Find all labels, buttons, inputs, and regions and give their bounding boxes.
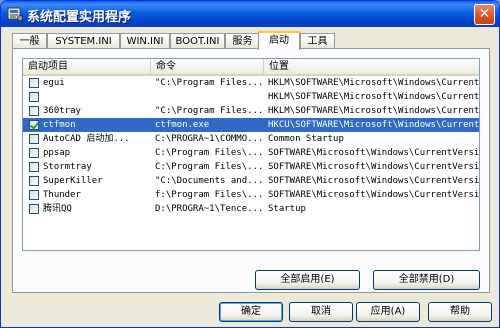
tab-boot-ini[interactable]: BOOT.INI [170,33,225,49]
list-item[interactable]: egui "C:\Program Files... HKLM\SOFTWARE\Mi… [23,76,479,90]
window-title: 系统配置实用程序 [27,10,132,25]
startup-checkbox[interactable] [29,92,39,102]
startup-item-command: C:\PROGRA~1\COMMO... [155,134,264,144]
tab-tools[interactable]: 工具 [300,33,335,49]
list-item[interactable]: 腾讯QQ D:\PROGRA~1\Tence... Startup [23,202,479,216]
startup-item-name: Thunder [43,190,81,200]
startup-item-location: HKLM\SOFTWARE\Microsoft\Windows\Current.… [268,78,479,88]
msconfig-icon [7,7,23,21]
startup-item-command: "C:\Documents and... [155,176,264,186]
tab-services[interactable]: 服务 [225,33,260,49]
startup-item-name: ctfmon [43,120,76,130]
column-header-item[interactable]: 启动项目 [23,59,151,74]
startup-checkbox[interactable] [29,148,39,158]
startup-item-command: "C:\Program Files... [155,106,264,116]
startup-checkbox[interactable] [29,120,39,130]
close-button[interactable]: ✕ [474,4,495,25]
list-item[interactable]: AutoCAD 启动加... C:\PROGRA~1\COMMO... Common… [23,132,479,146]
tab-win-ini[interactable]: WIN.INI [120,33,170,49]
list-item[interactable]: SuperKiller "C:\Documents and... SOFTWARE\… [23,174,479,188]
enable-all-button[interactable]: 全部启用(E) [255,270,360,290]
list-item[interactable]: ctfmon ctfmon.exe HKCU\SOFTWARE\Microsoft\… [23,118,479,132]
startup-list[interactable]: 启动项目 命令 位置 egui "C:\Program Files... HKLM\… [22,58,480,251]
startup-item-name: 腾讯QQ [43,204,72,214]
apply-button[interactable]: 应用(A) [356,302,420,322]
startup-item-name: SuperKiller [43,176,103,186]
ok-button[interactable]: 确定 [219,302,283,322]
startup-item-command: C:\Program Files\... [155,162,264,172]
startup-item-command: D:\PROGRA~1\Tence... [155,204,264,214]
startup-rows: egui "C:\Program Files... HKLM\SOFTWARE\Mi… [23,76,479,216]
tab-startup[interactable]: 启动 [258,31,300,50]
startup-checkbox[interactable] [29,162,39,172]
startup-item-name: ppsap [43,148,71,158]
tab-strip: 一般 SYSTEM.INI WIN.INI BOOT.INI 服务 启动 工具 [12,31,492,50]
list-header: 启动项目 命令 位置 [23,59,479,76]
startup-item-name: 360tray [43,106,81,116]
startup-checkbox[interactable] [29,78,39,88]
startup-checkbox[interactable] [29,190,39,200]
list-item[interactable]: Thunder f:\Program Files\... SOFTWARE\Micr… [23,188,479,202]
startup-item-name: AutoCAD 启动加... [43,134,130,144]
disable-all-button[interactable]: 全部禁用(D) [373,270,480,290]
list-item[interactable]: Stormtray C:\Program Files\... SOFTWARE\Mi… [23,160,479,174]
startup-item-location: SOFTWARE\Microsoft\Windows\CurrentVersi.… [268,148,479,158]
startup-item-name: egui [43,78,65,88]
startup-item-location: HKCU\SOFTWARE\Microsoft\Windows\Current.… [268,120,479,130]
startup-panel: 启动项目 命令 位置 egui "C:\Program Files... HKLM\… [12,48,490,293]
cancel-button[interactable]: 取消 [289,302,353,322]
list-item[interactable]: 360tray "C:\Program Files... HKLM\SOFTWARE… [23,104,479,118]
startup-item-location: SOFTWARE\Microsoft\Windows\CurrentVersi.… [268,190,479,200]
startup-checkbox[interactable] [29,134,39,144]
startup-item-location: SOFTWARE\Microsoft\Windows\CurrentVersi.… [268,162,479,172]
startup-checkbox[interactable] [29,176,39,186]
startup-checkbox[interactable] [29,106,39,116]
tab-general[interactable]: 一般 [12,33,47,49]
list-item[interactable]: HKLM\SOFTWARE\Microsoft\Windows\Current.… [23,90,479,104]
close-icon: ✕ [478,6,491,22]
startup-item-location: Common Startup [268,134,344,144]
tab-system-ini[interactable]: SYSTEM.INI [47,33,120,49]
startup-item-command: C:\Program Files\... [155,148,264,158]
startup-item-location: Startup [268,204,306,214]
msconfig-window: 系统配置实用程序 ✕ 一般 SYSTEM.INI WIN.INI BOOT.IN… [0,0,500,328]
column-header-location[interactable]: 位置 [264,59,479,74]
startup-item-command: "C:\Program Files... [155,78,264,88]
title-bar[interactable]: 系统配置实用程序 ✕ [1,1,499,27]
column-header-command[interactable]: 命令 [151,59,264,74]
startup-checkbox[interactable] [29,204,39,214]
startup-item-location: HKLM\SOFTWARE\Microsoft\Windows\Current.… [268,92,479,102]
startup-item-command: ctfmon.exe [155,120,210,130]
help-button[interactable]: 帮助 [428,302,492,322]
list-item[interactable]: ppsap C:\Program Files\... SOFTWARE\Micros… [23,146,479,160]
startup-item-command: f:\Program Files\... [155,190,264,200]
startup-item-name: Stormtray [43,162,92,172]
startup-item-location: HKLM\SOFTWARE\Microsoft\Windows\Current.… [268,106,479,116]
startup-item-location: SOFTWARE\Microsoft\Windows\CurrentVersi.… [268,176,479,186]
